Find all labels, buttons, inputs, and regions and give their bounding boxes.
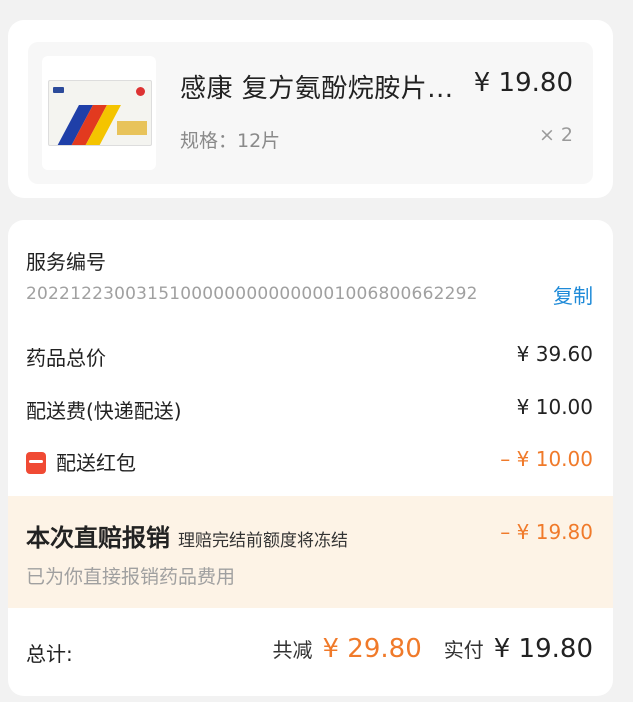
product-spec: 规格：12片 (180, 130, 281, 152)
product-item[interactable]: 感康 复方氨酚烷胺片... ¥ 19.80 规格：12片 × 2 (28, 42, 593, 184)
claim-title-text: 本次直赔报销 (26, 524, 170, 552)
delivery-fee-label: 配送费(快递配送) (26, 399, 182, 423)
service-number-label: 服务编号 (26, 250, 106, 274)
delivery-fee-row: 配送费(快递配送) ¥ 10.00 (26, 395, 593, 424)
product-quantity: × 2 (538, 124, 573, 146)
red-packet-icon (26, 452, 46, 474)
summary-row: 总计: 共减 ¥ 29.80 实付 ¥ 19.80 (26, 634, 593, 667)
copy-button[interactable]: 复制 (553, 280, 593, 309)
paid-label: 实付 (443, 638, 484, 662)
claim-note: 理赔完结前额度将冻结 (178, 531, 348, 551)
product-image (42, 56, 156, 170)
medicine-box-image (48, 80, 152, 146)
claim-title: 本次直赔报销 理赔完结前额度将冻结 (26, 518, 348, 553)
claim-subtitle: 已为你直接报销药品费用 (26, 566, 236, 588)
direct-claim-section: 本次直赔报销 理赔完结前额度将冻结 – ¥ 19.80 已为你直接报销药品费用 (8, 496, 613, 608)
total-label: 总计: (26, 642, 73, 666)
summary-amounts: 共减 ¥ 29.80 实付 ¥ 19.80 (273, 634, 594, 664)
red-packet-value: – ¥ 10.00 (500, 447, 593, 471)
product-name: 感康 复方氨酚烷胺片... (180, 74, 454, 104)
service-number-value: 2022122300315100000000000000100680066229… (26, 284, 478, 304)
paid-value: ¥ 19.80 (493, 634, 593, 664)
claim-amount: – ¥ 19.80 (500, 520, 593, 544)
saved-value: ¥ 29.80 (322, 634, 422, 664)
product-price: ¥ 19.80 (473, 68, 573, 98)
saved-label: 共减 (272, 638, 313, 662)
red-packet-label: 配送红包 (56, 451, 136, 475)
delivery-fee-value: ¥ 10.00 (516, 395, 593, 419)
red-packet-row: 配送红包 – ¥ 10.00 (26, 447, 593, 476)
product-card: 感康 复方氨酚烷胺片... ¥ 19.80 规格：12片 × 2 (8, 20, 613, 198)
drug-total-value: ¥ 39.60 (516, 342, 593, 366)
drug-total-row: 药品总价 ¥ 39.60 (26, 342, 593, 371)
drug-total-label: 药品总价 (26, 346, 106, 370)
order-detail-card: 服务编号 20221223003151000000000000001006800… (8, 220, 613, 696)
